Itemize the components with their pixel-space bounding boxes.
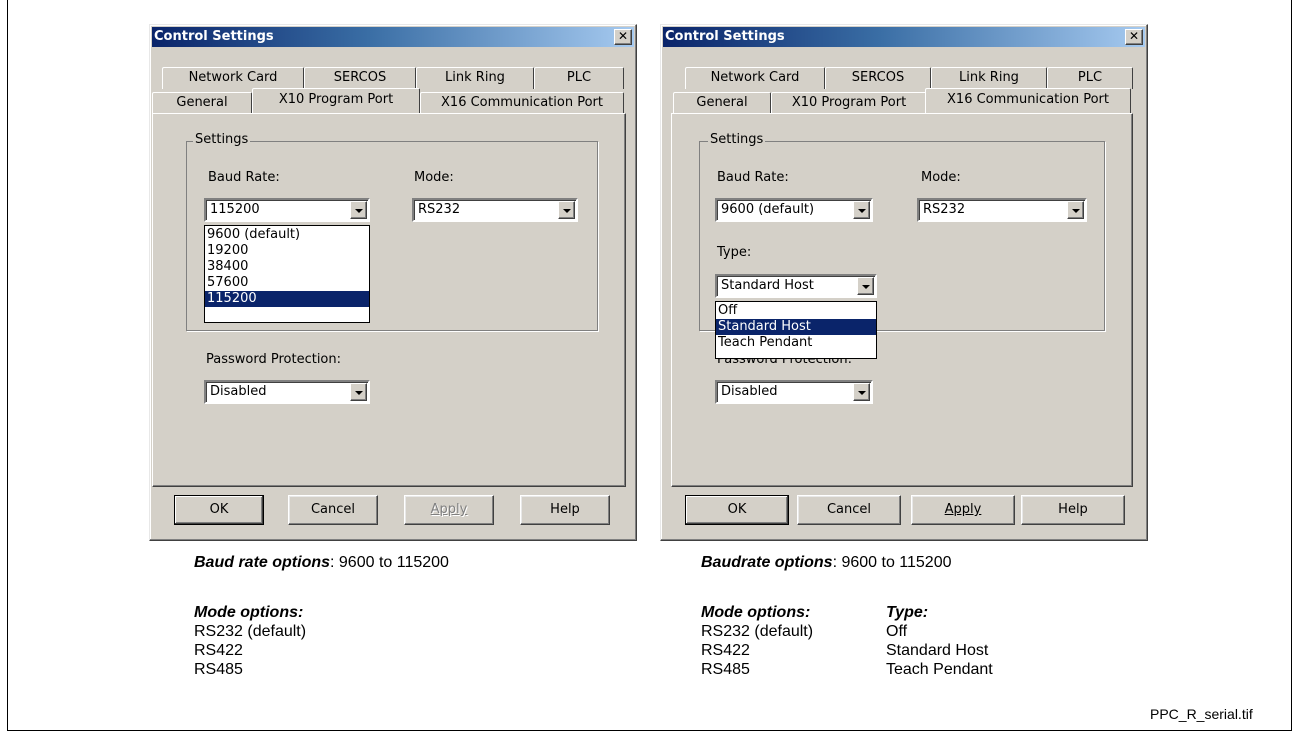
mode-select[interactable]: RS232 — [412, 198, 578, 222]
mode-select[interactable]: RS232 — [917, 198, 1087, 222]
caption-left-baud: Baud rate options: 9600 to 115200 — [194, 554, 449, 572]
type-select[interactable]: Standard Host — [715, 274, 877, 298]
title-bar[interactable]: Control Settings ✕ — [663, 27, 1145, 47]
control-settings-dialog-right: Control Settings ✕ Network Card SERCOS L… — [660, 24, 1148, 541]
tab-x10-program-port[interactable]: X10 Program Port — [252, 88, 420, 113]
type-label: Type: — [717, 245, 752, 260]
apply-button[interactable]: Apply — [911, 495, 1015, 525]
baud-rate-select[interactable]: 115200 — [204, 198, 370, 222]
caption-right-type-item: Off — [886, 623, 908, 640]
chevron-down-icon[interactable] — [350, 383, 367, 401]
caption-right-baud-title: Baudrate options — [701, 554, 833, 571]
type-option[interactable]: Off — [716, 303, 876, 319]
baud-rate-value: 115200 — [210, 202, 260, 217]
baud-rate-option-selected[interactable]: 115200 — [205, 291, 369, 307]
caption-left-mode-title: Mode options: — [194, 604, 304, 621]
tab-network-card[interactable]: Network Card — [685, 67, 825, 89]
chevron-down-icon[interactable] — [853, 201, 870, 219]
title-bar[interactable]: Control Settings ✕ — [152, 27, 634, 47]
tab-sercos[interactable]: SERCOS — [304, 67, 416, 89]
caption-right-type-title: Type: — [886, 604, 929, 621]
caption-right-mode-item: RS232 (default) — [701, 623, 814, 640]
caption-right-mode-item: RS485 — [701, 661, 750, 678]
caption-right-baud-text: : 9600 to 115200 — [832, 554, 952, 571]
password-protection-value: Disabled — [210, 384, 267, 399]
cancel-button[interactable]: Cancel — [797, 495, 901, 525]
chevron-down-icon[interactable] — [558, 201, 575, 219]
type-value: Standard Host — [721, 278, 814, 293]
caption-left-baud-text: : 9600 to 115200 — [330, 554, 449, 571]
caption-right-type-item: Standard Host — [886, 642, 989, 659]
cancel-button[interactable]: Cancel — [288, 495, 378, 525]
type-option[interactable]: Teach Pendant — [716, 335, 876, 351]
type-dropdown-list: Off Standard Host Teach Pendant — [715, 301, 877, 359]
caption-right-baud: Baudrate options: 9600 to 115200 — [701, 554, 951, 572]
mode-label: Mode: — [414, 170, 454, 185]
password-protection-select[interactable]: Disabled — [715, 380, 873, 404]
baud-rate-option[interactable]: 38400 — [205, 259, 369, 275]
chevron-down-icon[interactable] — [853, 383, 870, 401]
ok-button[interactable]: OK — [174, 495, 264, 525]
caption-left-mode-item: RS232 (default) — [194, 623, 307, 640]
help-button[interactable]: Help — [1021, 495, 1125, 525]
apply-button-label: Apply — [430, 502, 468, 517]
password-protection-value: Disabled — [721, 384, 778, 399]
tab-link-ring[interactable]: Link Ring — [931, 67, 1047, 89]
baud-rate-value: 9600 (default) — [721, 202, 815, 217]
tab-plc[interactable]: PLC — [534, 67, 624, 89]
mode-value: RS232 — [923, 202, 966, 217]
type-option-selected[interactable]: Standard Host — [716, 319, 876, 335]
caption-left-baud-title: Baud rate options — [194, 554, 331, 571]
help-button[interactable]: Help — [520, 495, 610, 525]
tab-link-ring[interactable]: Link Ring — [416, 67, 534, 89]
baud-rate-option[interactable]: 57600 — [205, 275, 369, 291]
filename-label: PPC_R_serial.tif — [1150, 706, 1253, 722]
control-settings-dialog-left: Control Settings ✕ Network Card SERCOS L… — [149, 24, 637, 541]
chevron-down-icon[interactable] — [350, 201, 367, 219]
tab-x10-program-port[interactable]: X10 Program Port — [771, 92, 927, 114]
caption-left-mode-item: RS422 — [194, 642, 243, 659]
baud-rate-label: Baud Rate: — [208, 170, 280, 185]
dialog-title: Control Settings — [154, 29, 274, 44]
caption-right-mode-item: RS422 — [701, 642, 750, 659]
password-protection-select[interactable]: Disabled — [204, 380, 370, 404]
settings-group-label: Settings — [708, 132, 766, 147]
ok-button[interactable]: OK — [685, 495, 789, 525]
mode-label: Mode: — [921, 170, 961, 185]
tab-plc[interactable]: PLC — [1047, 67, 1133, 89]
close-icon[interactable]: ✕ — [614, 29, 632, 45]
caption-right-type-item: Teach Pendant — [886, 661, 993, 678]
chevron-down-icon[interactable] — [1067, 201, 1084, 219]
chevron-down-icon[interactable] — [857, 277, 874, 295]
apply-button-label: Apply — [944, 502, 982, 517]
caption-left-mode-item: RS485 — [194, 661, 243, 678]
settings-group-label: Settings — [193, 132, 251, 147]
caption-right-mode-title: Mode options: — [701, 604, 811, 621]
tab-x16-communication-port[interactable]: X16 Communication Port — [925, 88, 1131, 113]
baud-rate-option[interactable]: 19200 — [205, 243, 369, 259]
dialog-title: Control Settings — [665, 29, 785, 44]
tab-network-card[interactable]: Network Card — [162, 67, 304, 89]
apply-button[interactable]: Apply — [404, 495, 494, 525]
tab-x16-communication-port[interactable]: X16 Communication Port — [420, 92, 624, 114]
tab-general[interactable]: General — [152, 92, 252, 114]
baud-rate-option[interactable]: 9600 (default) — [205, 227, 369, 243]
baud-rate-dropdown-list: 9600 (default) 19200 38400 57600 115200 — [204, 225, 370, 323]
password-protection-label: Password Protection: — [206, 352, 342, 367]
tab-general[interactable]: General — [673, 92, 771, 114]
close-icon[interactable]: ✕ — [1125, 29, 1143, 45]
baud-rate-label: Baud Rate: — [717, 170, 789, 185]
baud-rate-select[interactable]: 9600 (default) — [715, 198, 873, 222]
mode-value: RS232 — [418, 202, 461, 217]
tab-sercos[interactable]: SERCOS — [825, 67, 931, 89]
